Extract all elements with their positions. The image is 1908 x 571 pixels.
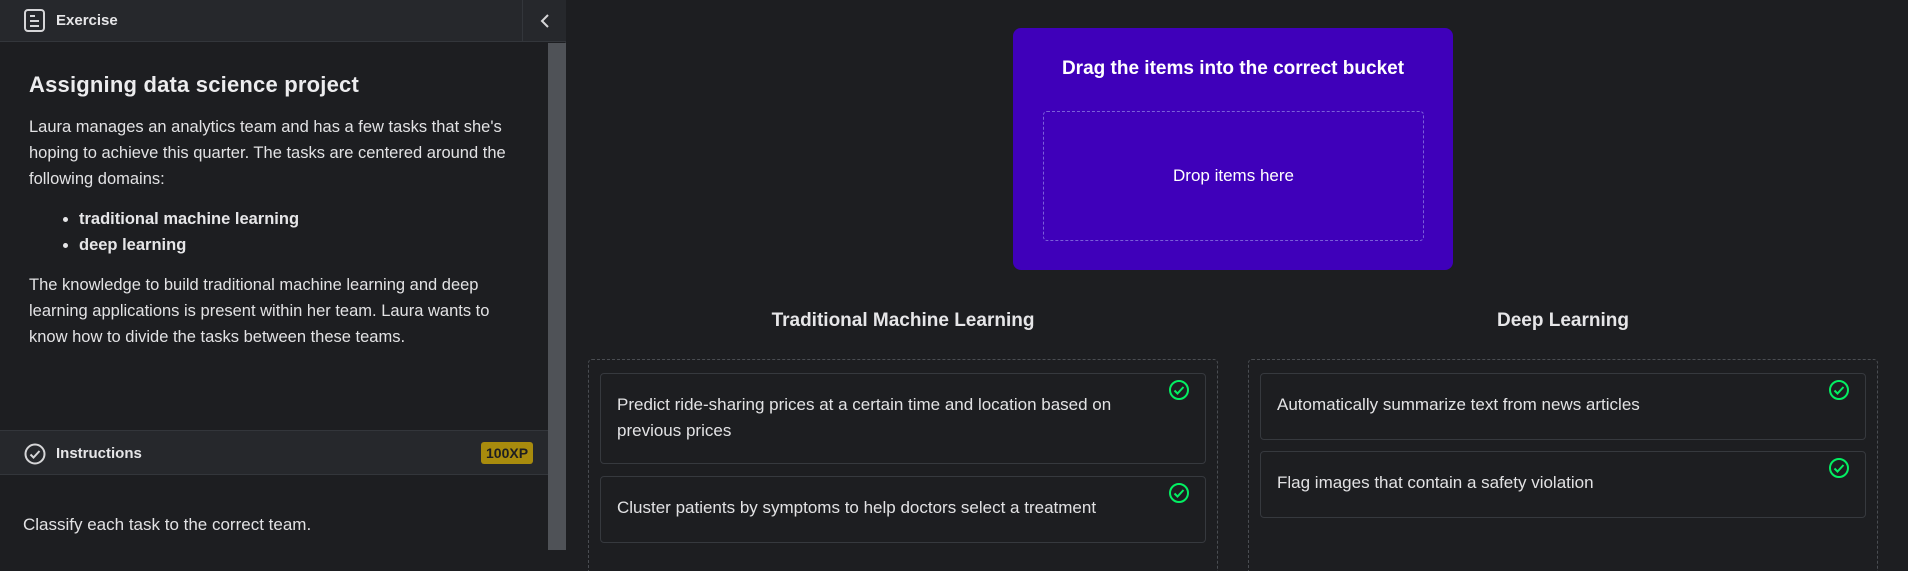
exercise-icon <box>24 9 45 32</box>
exercise-panel: Exercise Assigning data science project … <box>0 0 566 571</box>
instructions-header[interactable]: Instructions 100XP <box>0 430 548 475</box>
exercise-body: The knowledge to build traditional machi… <box>29 276 490 346</box>
instructions-label: Instructions <box>56 445 142 462</box>
scrollbar-thumb[interactable] <box>548 43 566 550</box>
exercise-header-title: Exercise <box>56 12 118 29</box>
domain-list: traditional machine learning deep learni… <box>79 206 524 258</box>
instructions-text: Classify each task to the correct team. <box>23 515 312 534</box>
drag-prompt: Drag the items into the correct bucket <box>1061 58 1405 79</box>
check-circle-icon <box>1829 458 1849 478</box>
check-circle-icon <box>1169 483 1189 503</box>
bucket-title-deep-learning: Deep Learning <box>1497 310 1629 331</box>
source-drop-zone[interactable]: Drop items here <box>1043 111 1424 241</box>
check-circle-icon <box>1169 380 1189 400</box>
domain-item: deep learning <box>79 232 524 258</box>
exercise-title: Assigning data science project <box>29 72 359 97</box>
bucket-deep-learning[interactable]: Automatically summarize text from news a… <box>1248 359 1878 571</box>
task-text: Automatically summarize text from news a… <box>1277 395 1640 414</box>
task-card[interactable]: Predict ride-sharing prices at a certain… <box>600 373 1206 464</box>
bucket-traditional-ml[interactable]: Predict ride-sharing prices at a certain… <box>588 359 1218 571</box>
chevron-left-icon <box>540 14 549 28</box>
check-circle-icon <box>24 443 46 465</box>
task-card[interactable]: Flag images that contain a safety violat… <box>1260 451 1866 518</box>
task-card[interactable]: Automatically summarize text from news a… <box>1260 373 1866 440</box>
bucket-title-traditional-ml: Traditional Machine Learning <box>771 310 1035 331</box>
exercise-header: Exercise <box>0 0 566 42</box>
task-text: Cluster patients by symptoms to help doc… <box>617 498 1097 517</box>
collapse-panel-button[interactable] <box>522 0 566 42</box>
drag-source-box: Drag the items into the correct bucket D… <box>1013 28 1453 270</box>
exercise-intro: Laura manages an analytics team and has … <box>29 118 506 188</box>
exercise-content: Assigning data science project Laura man… <box>0 43 548 429</box>
check-circle-icon <box>1829 380 1849 400</box>
domain-item: traditional machine learning <box>79 206 524 232</box>
xp-badge: 100XP <box>481 442 534 464</box>
task-text: Flag images that contain a safety violat… <box>1277 473 1594 492</box>
drop-placeholder: Drop items here <box>1173 166 1294 185</box>
task-card[interactable]: Cluster patients by symptoms to help doc… <box>600 476 1206 543</box>
task-text: Predict ride-sharing prices at a certain… <box>617 395 1112 440</box>
